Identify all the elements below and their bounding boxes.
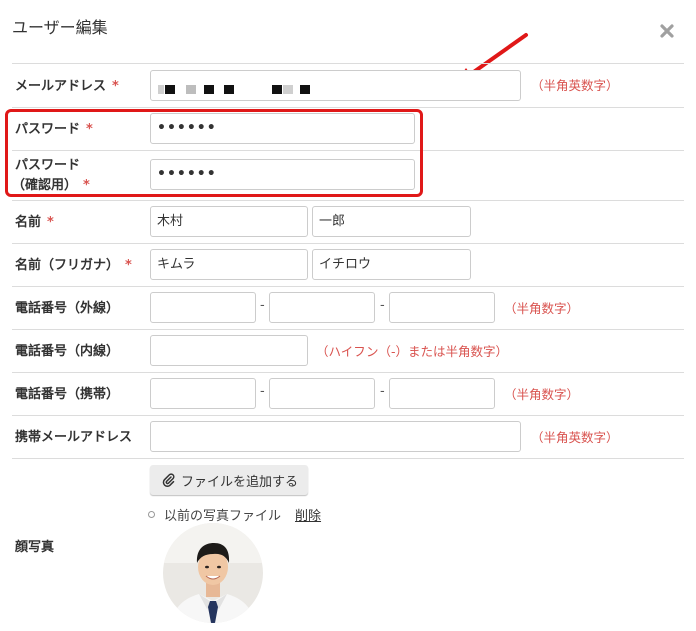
phone-separator: - xyxy=(380,298,385,313)
last-name-field[interactable]: 木村 xyxy=(150,206,308,237)
email-mask xyxy=(186,85,196,94)
close-icon[interactable] xyxy=(659,23,675,39)
last-name-kana-field[interactable]: キムラ xyxy=(150,249,308,280)
required-mark: * xyxy=(125,258,132,273)
delete-photo-link[interactable]: 削除 xyxy=(295,505,321,524)
phone-mobile-field-3[interactable] xyxy=(389,378,495,409)
phone-external-field-1[interactable] xyxy=(150,292,256,323)
password-label: パスワード xyxy=(15,122,81,137)
phone-mobile-field-1[interactable] xyxy=(150,378,256,409)
paperclip-icon xyxy=(162,473,175,487)
password-field[interactable]: •••••• xyxy=(150,113,415,144)
mobile-email-hint: （半角英数字） xyxy=(531,430,619,445)
email-mask xyxy=(224,85,234,94)
first-name-field[interactable]: 一郎 xyxy=(312,206,471,237)
required-mark: * xyxy=(47,215,54,230)
phone-mobile-hint: （半角数字） xyxy=(504,387,580,402)
previous-file-label: 以前の写真ファイル xyxy=(164,509,282,524)
phone-internal-hint: （ハイフン（-）または半角数字） xyxy=(316,344,509,359)
email-label: メールアドレス xyxy=(15,79,107,94)
phone-external-label: 電話番号（外線） xyxy=(15,301,120,316)
name-kana-label: 名前（フリガナ） xyxy=(15,258,120,273)
modal-title: ユーザー編集 xyxy=(12,18,108,37)
password-confirm-field[interactable]: •••••• xyxy=(150,159,415,190)
phone-internal-field[interactable] xyxy=(150,335,308,366)
email-mask xyxy=(283,85,293,94)
previous-file-item: 以前の写真ファイル 削除 xyxy=(148,505,321,524)
email-hint: （半角英数字） xyxy=(531,78,619,93)
mobile-email-field[interactable] xyxy=(150,421,521,452)
phone-external-field-2[interactable] xyxy=(269,292,375,323)
phone-mobile-label: 電話番号（携帯） xyxy=(15,387,120,402)
add-file-button-label: ファイルを追加する xyxy=(181,474,299,490)
bullet-icon xyxy=(148,511,155,518)
email-mask xyxy=(204,85,214,94)
required-mark: * xyxy=(83,178,90,193)
phone-external-hint: （半角数字） xyxy=(504,301,580,316)
phone-separator: - xyxy=(380,384,385,399)
password-confirm-label-line1: パスワード xyxy=(15,158,81,173)
first-name-kana-field[interactable]: イチロウ xyxy=(312,249,471,280)
close-button[interactable] xyxy=(654,18,680,44)
phone-internal-label: 電話番号（内線） xyxy=(15,344,120,359)
profile-photo xyxy=(163,523,263,623)
row-photo: 顔写真 xyxy=(12,458,684,631)
phone-separator: - xyxy=(260,384,265,399)
add-file-button[interactable]: ファイルを追加する xyxy=(150,465,308,495)
email-mask xyxy=(300,85,310,94)
phone-separator: - xyxy=(260,298,265,313)
mobile-email-label: 携帯メールアドレス xyxy=(15,430,133,445)
required-mark: * xyxy=(86,122,93,137)
phone-mobile-field-2[interactable] xyxy=(269,378,375,409)
phone-external-field-3[interactable] xyxy=(389,292,495,323)
photo-label: 顔写真 xyxy=(15,540,55,555)
email-mask xyxy=(165,85,175,94)
avatar xyxy=(163,523,263,623)
name-label: 名前 xyxy=(15,215,42,230)
required-mark: * xyxy=(112,79,119,94)
email-mask xyxy=(272,85,282,94)
password-confirm-label-line2: （確認用） xyxy=(12,178,78,193)
email-mask xyxy=(158,85,164,94)
